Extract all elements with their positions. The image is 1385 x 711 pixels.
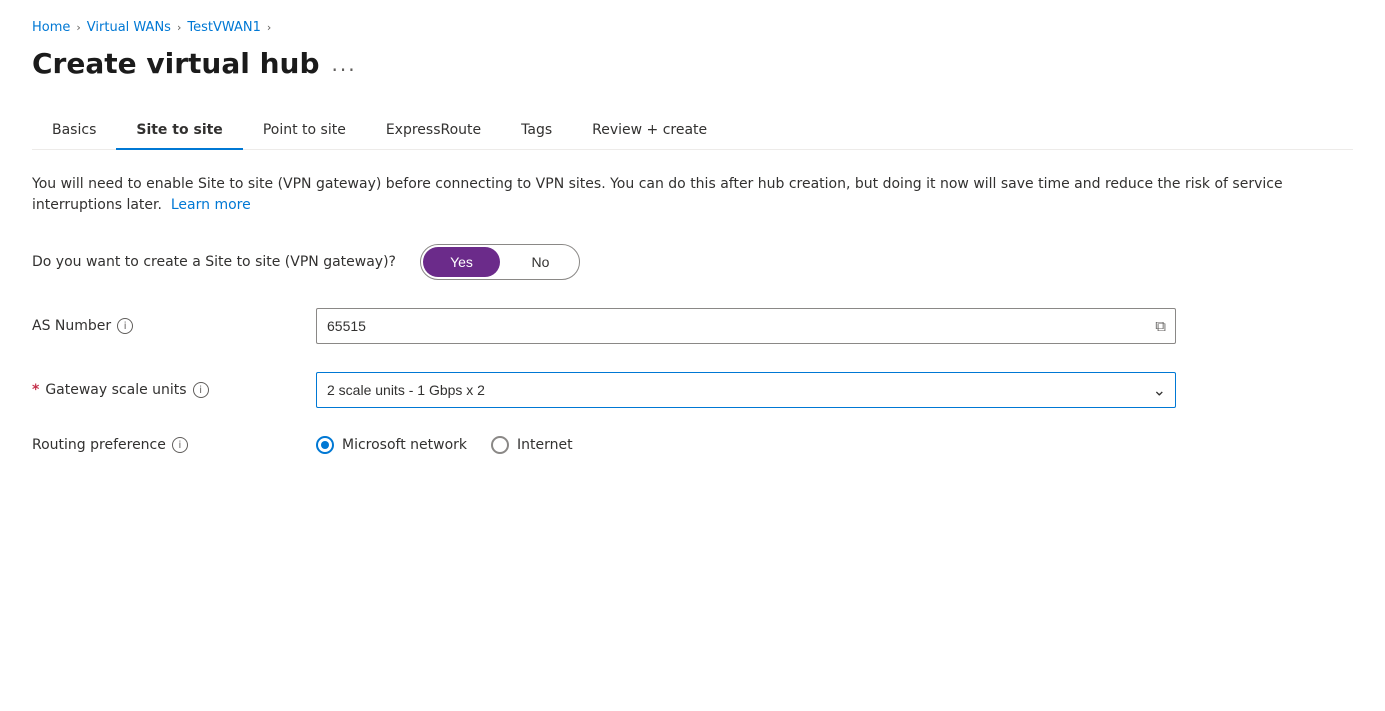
copy-icon[interactable]: ⧉ (1155, 317, 1166, 335)
routing-microsoft-option[interactable]: Microsoft network (316, 436, 467, 454)
as-number-info-icon[interactable]: i (117, 318, 133, 334)
breadcrumb: Home › Virtual WANs › TestVWAN1 › (32, 20, 1353, 35)
page-title: Create virtual hub (32, 47, 320, 80)
routing-preference-group: Microsoft network Internet (316, 436, 573, 454)
breadcrumb-home[interactable]: Home (32, 20, 70, 35)
routing-internet-radio[interactable] (491, 436, 509, 454)
routing-microsoft-radio[interactable] (316, 436, 334, 454)
gateway-scale-select[interactable]: 1 scale unit - 500 Mbps x 2 2 scale unit… (316, 372, 1176, 408)
routing-preference-info-icon[interactable]: i (172, 437, 188, 453)
breadcrumb-sep-1: › (76, 21, 80, 34)
vpn-toggle-group[interactable]: Yes No (420, 244, 580, 280)
breadcrumb-virtual-wans[interactable]: Virtual WANs (87, 20, 171, 35)
as-number-label: AS Number i (32, 318, 292, 334)
tab-basics[interactable]: Basics (32, 112, 116, 150)
tab-point-to-site[interactable]: Point to site (243, 112, 366, 150)
tab-bar: Basics Site to site Point to site Expres… (32, 112, 1353, 150)
vpn-gateway-row: Do you want to create a Site to site (VP… (32, 244, 1332, 280)
tab-review-create[interactable]: Review + create (572, 112, 727, 150)
required-asterisk: * (32, 382, 39, 398)
routing-internet-label: Internet (517, 437, 573, 453)
page-title-row: Create virtual hub ... (32, 47, 1353, 80)
as-number-row: AS Number i ⧉ (32, 308, 1332, 344)
routing-microsoft-label: Microsoft network (342, 437, 467, 453)
gateway-scale-row: * Gateway scale units i 1 scale unit - 5… (32, 372, 1332, 408)
breadcrumb-testvwan1[interactable]: TestVWAN1 (187, 20, 261, 35)
learn-more-link[interactable]: Learn more (171, 197, 251, 213)
form-section: Do you want to create a Site to site (VP… (32, 244, 1332, 454)
gateway-scale-info-icon[interactable]: i (193, 382, 209, 398)
gateway-scale-label: * Gateway scale units i (32, 382, 292, 398)
more-options-button[interactable]: ... (332, 52, 357, 76)
tab-expressroute[interactable]: ExpressRoute (366, 112, 501, 150)
routing-internet-option[interactable]: Internet (491, 436, 573, 454)
vpn-no-button[interactable]: No (502, 245, 579, 279)
tab-site-to-site[interactable]: Site to site (116, 112, 242, 150)
as-number-wrapper: ⧉ (316, 308, 1176, 344)
breadcrumb-sep-3: › (267, 21, 271, 34)
breadcrumb-sep-2: › (177, 21, 181, 34)
vpn-yes-button[interactable]: Yes (423, 247, 500, 277)
tab-tags[interactable]: Tags (501, 112, 572, 150)
vpn-gateway-label: Do you want to create a Site to site (VP… (32, 254, 396, 270)
gateway-scale-wrapper: 1 scale unit - 500 Mbps x 2 2 scale unit… (316, 372, 1176, 408)
routing-preference-row: Routing preference i Microsoft network I… (32, 436, 1332, 454)
description-text: You will need to enable Site to site (VP… (32, 174, 1332, 216)
routing-preference-label: Routing preference i (32, 437, 292, 453)
as-number-input[interactable] (316, 308, 1176, 344)
